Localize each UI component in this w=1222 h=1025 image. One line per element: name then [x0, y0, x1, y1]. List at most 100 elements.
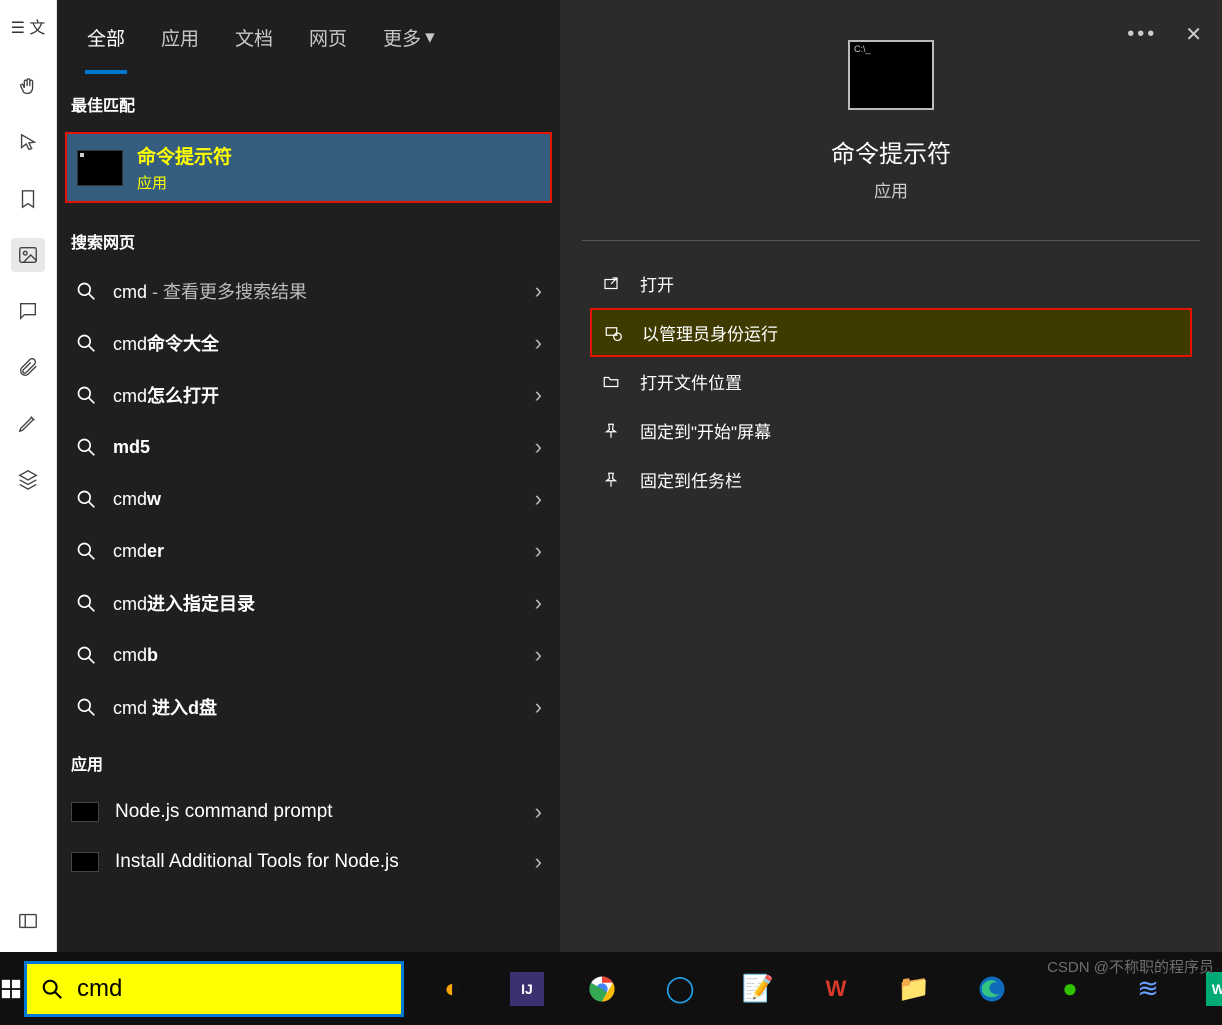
preview-action-pin-taskbar[interactable]: 固定到任务栏 — [560, 455, 1222, 504]
bookmark-icon[interactable] — [11, 182, 45, 216]
preview-action-pin-start[interactable]: 固定到"开始"屏幕 — [560, 406, 1222, 455]
web-result-label: md5 — [113, 437, 519, 458]
web-result-item[interactable]: cmd命令大全 › — [57, 317, 560, 369]
divider — [582, 240, 1200, 241]
chevron-right-icon: › — [535, 799, 546, 825]
chevron-right-icon: › — [535, 278, 542, 304]
taskbar-app-edge[interactable] — [972, 969, 1012, 1009]
preview-action-label: 打开 — [640, 271, 674, 296]
app-result-item[interactable]: Node.js command prompt › — [57, 787, 560, 837]
chat-icon[interactable] — [11, 294, 45, 328]
taskbar-pinned-apps: ◐ IJ ◯ 📝 W 📁 ● ≋ WS — [432, 969, 1222, 1009]
taskbar-search-input[interactable] — [77, 975, 387, 1003]
app-result-item[interactable]: Install Additional Tools for Node.js› — [57, 837, 560, 887]
web-result-label: cmd 进入d盘 — [113, 694, 519, 720]
web-result-item[interactable]: cmdb › — [57, 629, 560, 681]
chevron-right-icon: › — [535, 330, 542, 356]
web-result-item[interactable]: cmdw › — [57, 473, 560, 525]
tab-all[interactable]: 全部 — [69, 0, 143, 74]
hand-tool-icon[interactable] — [11, 70, 45, 104]
web-result-item[interactable]: cmd怎么打开› — [57, 369, 560, 421]
taskbar-app-explorer[interactable]: 📁 — [894, 969, 934, 1009]
taskbar-app-wps[interactable]: W — [816, 969, 856, 1009]
image-icon[interactable] — [11, 238, 45, 272]
taskbar-app-wechat[interactable]: ● — [1050, 969, 1090, 1009]
preview-action-folder[interactable]: 打开文件位置 — [560, 357, 1222, 406]
taskbar-app-intellij[interactable]: IJ — [510, 972, 544, 1006]
editor-activity-bar: ☰ 文 — [0, 0, 57, 952]
layers-icon[interactable] — [11, 462, 45, 496]
terminal-app-icon — [71, 852, 99, 872]
taskbar-app-net[interactable]: ≋ — [1128, 969, 1168, 1009]
tab-web[interactable]: 网页 — [291, 0, 365, 74]
close-icon[interactable]: ✕ — [1185, 22, 1202, 47]
taskbar-app-chrome[interactable] — [582, 969, 622, 1009]
taskbar-app-assist[interactable]: ◯ — [660, 969, 700, 1009]
sidebar-toggle-icon[interactable] — [11, 904, 45, 938]
chevron-right-icon: › — [535, 694, 542, 720]
app-result-list: Node.js command prompt›Install Additiona… — [57, 787, 560, 887]
taskbar-app-safe[interactable]: ◐ — [432, 969, 472, 1009]
web-result-label: cmd怎么打开 — [113, 382, 519, 408]
chevron-right-icon: › — [535, 642, 542, 668]
search-icon — [75, 541, 97, 561]
web-result-item[interactable]: cmd - 查看更多搜索结果 › — [57, 265, 560, 317]
web-result-label: cmdb — [113, 645, 519, 666]
best-match-item[interactable]: 命令提示符 应用 — [65, 132, 552, 203]
preview-action-open[interactable]: 打开 — [560, 259, 1222, 308]
preview-actions-list: 打开以管理员身份运行打开文件位置固定到"开始"屏幕固定到任务栏 — [560, 249, 1222, 504]
search-icon — [41, 978, 63, 1000]
paperclip-icon[interactable] — [11, 350, 45, 384]
preview-subtitle: 应用 — [874, 177, 908, 202]
search-icon — [75, 593, 97, 613]
activity-bar-header: ☰ 文 — [11, 10, 46, 48]
pin-start-icon — [600, 422, 622, 440]
cmd-app-icon — [77, 150, 123, 186]
preview-action-admin[interactable]: 以管理员身份运行 — [590, 308, 1192, 357]
preview-action-label: 固定到"开始"屏幕 — [640, 418, 771, 443]
best-match-title: 命令提示符 — [137, 142, 232, 169]
apps-header: 应用 — [57, 733, 560, 787]
search-results-column: 全部 应用 文档 网页 更多▾ 最佳匹配 命令提示符 应用 搜索网页 cmd -… — [57, 0, 560, 952]
web-result-label: cmd - 查看更多搜索结果 — [113, 278, 519, 304]
search-category-tabs: 全部 应用 文档 网页 更多▾ — [57, 0, 560, 74]
pen-icon[interactable] — [11, 406, 45, 440]
search-icon — [75, 697, 97, 717]
terminal-app-icon — [71, 802, 99, 822]
chevron-right-icon: › — [535, 486, 542, 512]
start-button[interactable] — [0, 952, 22, 1025]
app-result-label: Node.js command prompt — [115, 799, 519, 825]
web-result-list: cmd - 查看更多搜索结果›cmd命令大全›cmd怎么打开›md5›cmdw›… — [57, 265, 560, 733]
admin-icon — [602, 324, 624, 342]
taskbar-app-webstorm[interactable]: WS — [1206, 972, 1222, 1006]
search-icon — [75, 437, 97, 457]
web-result-item[interactable]: cmd 进入d盘 › — [57, 681, 560, 733]
web-result-label: cmd命令大全 — [113, 330, 519, 356]
tab-apps[interactable]: 应用 — [143, 0, 217, 74]
more-options-icon[interactable]: ••• — [1127, 23, 1157, 46]
search-web-header: 搜索网页 — [57, 211, 560, 265]
search-icon — [75, 333, 97, 353]
web-result-item[interactable]: cmder › — [57, 525, 560, 577]
tab-documents[interactable]: 文档 — [217, 0, 291, 74]
chevron-down-icon: ▾ — [425, 26, 435, 49]
web-result-item[interactable]: cmd进入指定目录› — [57, 577, 560, 629]
result-preview-pane: ••• ✕ 命令提示符 应用 打开以管理员身份运行打开文件位置固定到"开始"屏幕… — [560, 0, 1222, 952]
tab-more[interactable]: 更多▾ — [365, 0, 453, 74]
chevron-right-icon: › — [535, 849, 546, 875]
windows-taskbar: ◐ IJ ◯ 📝 W 📁 ● ≋ WS — [0, 952, 1222, 1025]
search-icon — [75, 489, 97, 509]
preview-action-label: 打开文件位置 — [640, 369, 742, 394]
web-result-label: cmd进入指定目录 — [113, 590, 519, 616]
search-icon — [75, 385, 97, 405]
web-result-label: cmdw — [113, 489, 519, 510]
search-icon — [75, 281, 97, 301]
taskbar-app-notepad[interactable]: 📝 — [738, 969, 778, 1009]
search-icon — [75, 645, 97, 665]
cursor-tool-icon[interactable] — [11, 126, 45, 160]
web-result-label: cmder — [113, 541, 519, 562]
chevron-right-icon: › — [535, 538, 542, 564]
web-result-item[interactable]: md5› — [57, 421, 560, 473]
best-match-subtitle: 应用 — [137, 172, 232, 193]
taskbar-search-box[interactable] — [24, 961, 404, 1017]
